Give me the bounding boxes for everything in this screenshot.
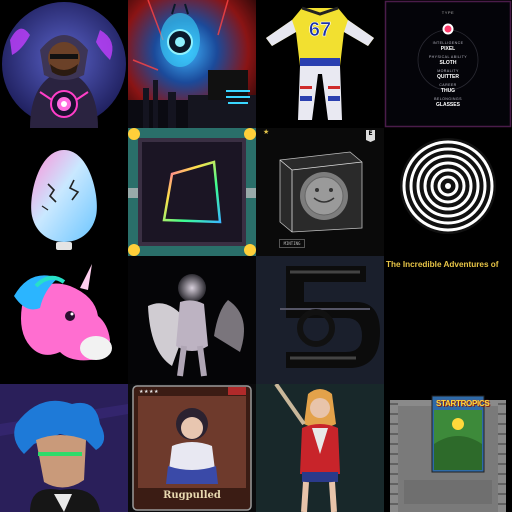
harley-character-image — [256, 384, 384, 512]
tile-football-jersey[interactable]: 67 — [256, 0, 384, 128]
cracked-egg-image — [0, 128, 128, 256]
attribute-intelligence: INTELLIGENCE PIXEL — [384, 41, 512, 52]
tile-hooded-figure[interactable] — [0, 0, 128, 128]
tile-winged-baby[interactable] — [128, 256, 256, 384]
attribute-physical-ability: PHYSICAL ABILITY SLOTH — [384, 55, 512, 66]
attribute-key: MORALITY — [437, 69, 459, 73]
tile-harley-character[interactable] — [256, 384, 384, 512]
football-jersey-image: 67 — [256, 0, 384, 128]
tile-pink-unicorn[interactable] — [0, 256, 128, 384]
tile-glitch-glyph[interactable] — [256, 256, 384, 384]
attribute-career: CAREER THUG — [384, 83, 512, 94]
adventures-title: The Incredible Adventures of — [386, 260, 499, 269]
tile-incredible-adventures[interactable]: The Incredible Adventures of — [384, 256, 512, 384]
hooded-figure-image — [0, 0, 128, 128]
edition-badge: E — [368, 130, 373, 137]
nft-gallery-grid: 67 TYPE INTELLIGENCE PIXEL PHYSICAL ABIL… — [0, 0, 512, 512]
attribute-key: BELONGINGS — [434, 97, 462, 101]
attribute-key: PHYSICAL ABILITY — [428, 55, 468, 59]
jersey-number: 67 — [309, 19, 331, 41]
pink-unicorn-image — [0, 256, 128, 384]
attribute-list: TYPE INTELLIGENCE PIXEL PHYSICAL ABILITY… — [384, 0, 512, 128]
tile-startropics-cartridge[interactable]: STARTROPICS — [384, 384, 512, 512]
cartridge-title: STARTROPICS — [436, 399, 490, 408]
glitch-glyph-image — [256, 256, 384, 384]
glass-cube-image — [256, 128, 384, 256]
tile-neon-frame[interactable] — [128, 128, 256, 256]
tile-attribute-card[interactable]: TYPE INTELLIGENCE PIXEL PHYSICAL ABILITY… — [384, 0, 512, 128]
rarity-stars: ★★★★ — [139, 389, 159, 395]
blue-hair-character-image — [0, 384, 128, 512]
favorite-star-icon[interactable]: ★ — [263, 128, 269, 136]
attribute-type-label: TYPE — [441, 10, 455, 15]
card-title: Rugpulled — [163, 490, 221, 501]
tile-blue-hair-character[interactable] — [0, 384, 128, 512]
neon-eye-city-image — [128, 0, 256, 128]
attribute-value: PIXEL — [440, 46, 456, 52]
attribute-value: THUG — [440, 88, 456, 94]
attribute-value: GLASSES — [436, 102, 460, 108]
attribute-value: SLOTH — [439, 60, 457, 66]
tile-glass-cube-coin[interactable]: ★ E MINTING — [256, 128, 384, 256]
tile-neon-eye-city[interactable] — [128, 0, 256, 128]
attribute-key: CAREER — [439, 83, 457, 87]
attribute-value: QUITTER — [437, 74, 459, 80]
cube-plaque: MINTING — [279, 239, 305, 248]
winged-baby-image — [128, 256, 256, 384]
attribute-morality: MORALITY QUITTER — [384, 69, 512, 80]
tile-cracked-egg[interactable] — [0, 128, 128, 256]
tile-rugpulled-card[interactable]: ★★★★ Rugpulled — [128, 384, 256, 512]
neon-frame-image — [128, 128, 256, 256]
attribute-key: INTELLIGENCE — [432, 41, 464, 45]
tile-hypnotic-spiral[interactable] — [384, 128, 512, 256]
attribute-belongings: BELONGINGS GLASSES — [384, 97, 512, 108]
hypnotic-spiral-image — [384, 128, 512, 256]
